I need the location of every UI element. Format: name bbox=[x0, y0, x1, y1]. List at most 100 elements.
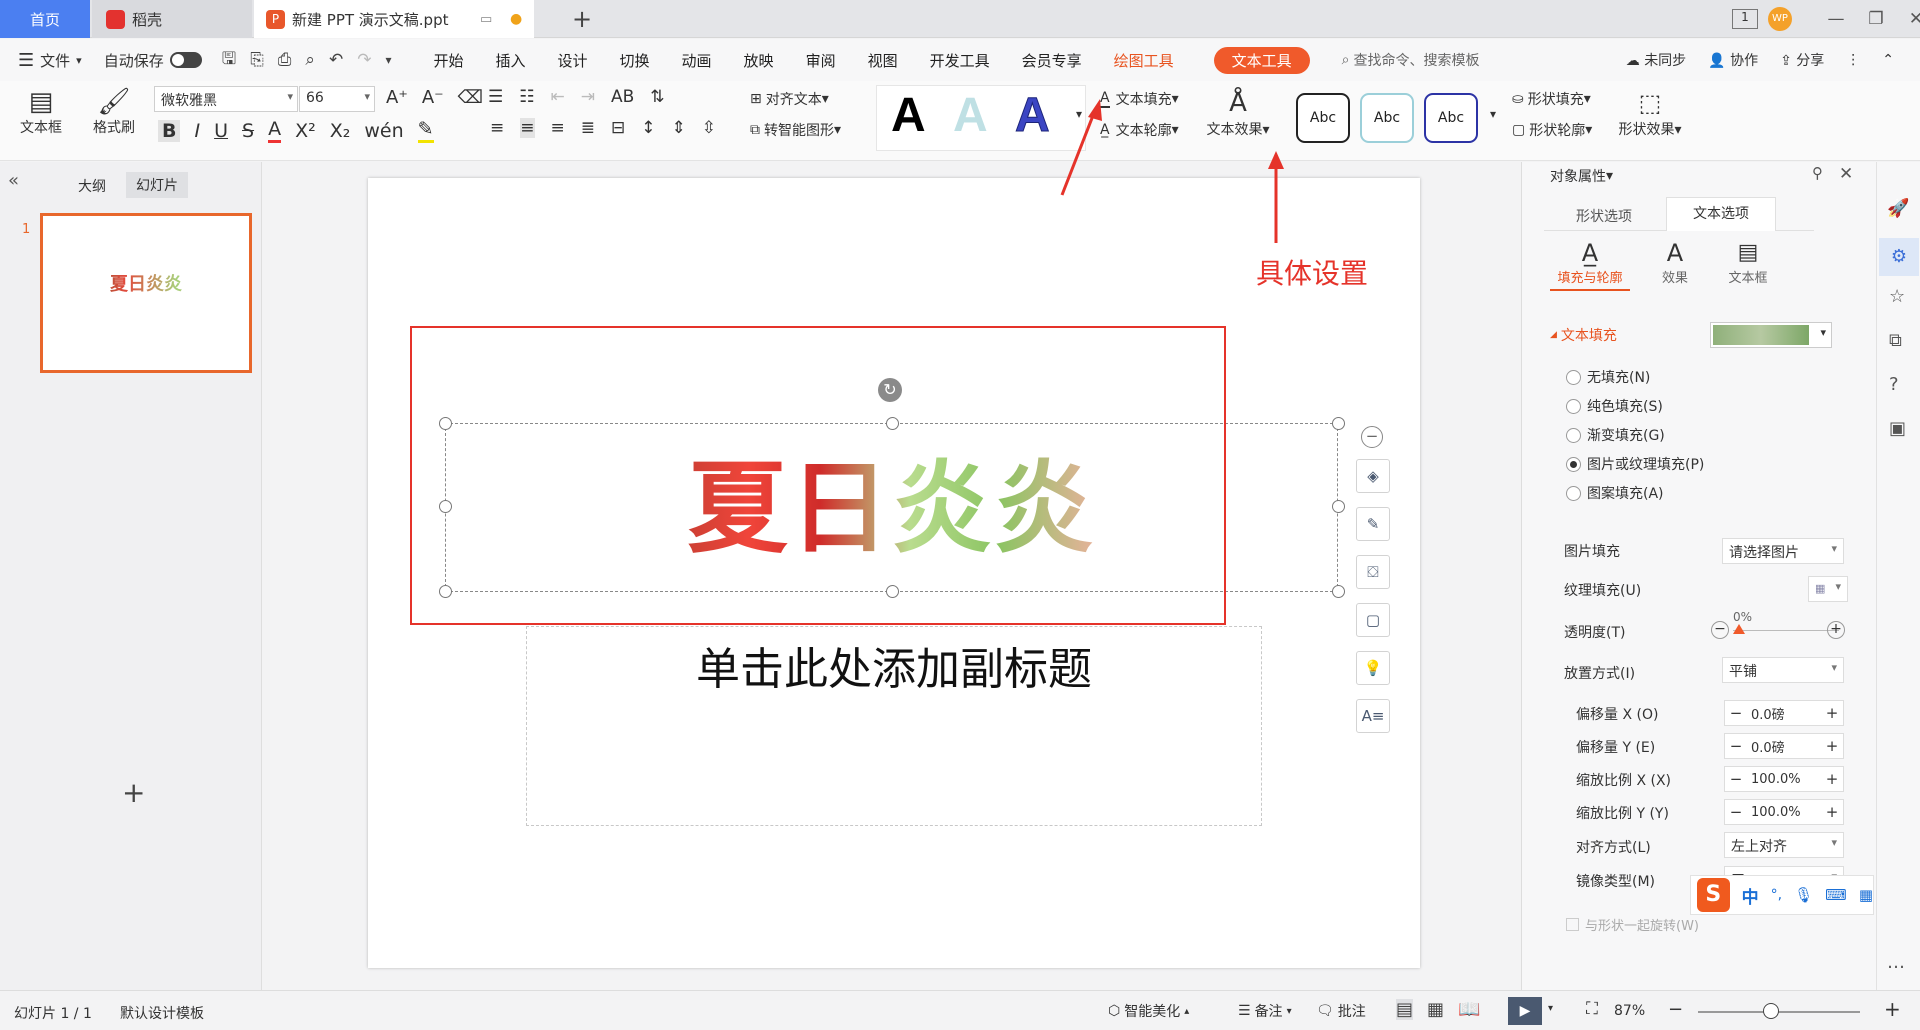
file-menu[interactable]: ☰ 文件 ▾ bbox=[18, 50, 82, 71]
pin-icon[interactable]: ⚲ bbox=[1812, 164, 1823, 182]
decrement-button[interactable]: − bbox=[1725, 704, 1747, 722]
sort-icon[interactable]: ⇅ bbox=[650, 87, 664, 107]
increment-button[interactable]: + bbox=[1821, 704, 1843, 722]
offset-y-stepper[interactable]: −0.0磅 + bbox=[1724, 733, 1844, 759]
decrease-indent-icon[interactable]: ⇤ bbox=[551, 87, 565, 107]
tab-design[interactable]: 设计 bbox=[558, 50, 588, 71]
format-painter-button[interactable]: 🖌 格式刷 bbox=[86, 87, 142, 137]
play-dropdown-icon[interactable]: ▾ bbox=[1548, 1003, 1553, 1014]
increment-button[interactable]: + bbox=[1821, 737, 1843, 755]
font-family-select[interactable]: 微软雅黑 bbox=[154, 86, 298, 112]
shape-gallery-more-icon[interactable]: ▾ bbox=[1490, 107, 1496, 121]
smart-shape-button[interactable]: ⧉ 转智能图形 ▾ bbox=[750, 120, 841, 140]
radio-solid-fill[interactable]: 纯色填充(S) bbox=[1566, 396, 1663, 416]
save-icon[interactable]: 🖫 bbox=[222, 46, 236, 75]
collapse-tools-icon[interactable]: − bbox=[1361, 426, 1383, 448]
help-icon[interactable]: ? bbox=[1889, 374, 1899, 395]
collapse-ribbon-icon[interactable]: ⌃ bbox=[1882, 52, 1894, 68]
star-icon[interactable]: ☆ bbox=[1889, 286, 1905, 307]
border-tool[interactable]: ▢ bbox=[1356, 603, 1390, 637]
more-tools-icon[interactable]: … bbox=[1887, 952, 1905, 973]
shape-effect-button[interactable]: ⬚ 形状效果▾ bbox=[1612, 87, 1688, 139]
textbox-button[interactable]: ▤ 文本框 bbox=[12, 87, 70, 137]
text-fill-swatch[interactable]: ▾ bbox=[1710, 322, 1832, 348]
grow-font-icon[interactable]: A⁺ bbox=[386, 87, 408, 108]
subscript-icon[interactable]: X₂ bbox=[330, 120, 351, 142]
sogou-logo-icon[interactable]: S bbox=[1697, 878, 1730, 912]
radio-gradient-fill[interactable]: 渐变填充(G) bbox=[1566, 425, 1665, 445]
close-panel-icon[interactable]: ✕ bbox=[1839, 164, 1853, 184]
alignment-select[interactable]: 左上对齐 bbox=[1724, 832, 1844, 858]
decrement-button[interactable]: − bbox=[1725, 737, 1747, 755]
close-window-icon[interactable]: ✕ bbox=[1896, 9, 1920, 29]
transparency-minus[interactable]: − bbox=[1711, 621, 1729, 639]
reading-view-icon[interactable]: 📖 bbox=[1458, 999, 1480, 1020]
zoom-out-icon[interactable]: − bbox=[1668, 999, 1683, 1020]
comments-button[interactable]: 🗨 批注 bbox=[1316, 1001, 1366, 1021]
smart-beautify-button[interactable]: ⬡ 智能美化 ▴ bbox=[1108, 1001, 1189, 1021]
collapse-panel-icon[interactable]: « bbox=[8, 170, 19, 191]
transparency-slider[interactable] bbox=[1733, 630, 1839, 631]
properties-icon[interactable]: ⚙ bbox=[1879, 238, 1919, 276]
resize-handle-mr[interactable] bbox=[1332, 500, 1345, 513]
export-icon[interactable]: ⎘ bbox=[250, 50, 264, 70]
transition-icon[interactable]: ⧉ bbox=[1889, 330, 1902, 351]
fill-tool[interactable]: ⛋ bbox=[1356, 555, 1390, 589]
shape-fill-button[interactable]: ⛀ 形状填充 ▾ bbox=[1512, 89, 1591, 109]
number-list-icon[interactable]: ☷ bbox=[519, 87, 534, 107]
monitor-icon[interactable]: ▭ bbox=[480, 12, 492, 27]
clear-format-icon[interactable]: ⌫ bbox=[458, 87, 483, 108]
redo-icon[interactable]: ↷ bbox=[357, 50, 371, 70]
add-slide-button[interactable]: + bbox=[122, 776, 145, 809]
resize-handle-tr[interactable] bbox=[1332, 417, 1345, 430]
zoom-thumb[interactable] bbox=[1763, 1003, 1779, 1019]
shape-style-1[interactable]: Abc bbox=[1296, 93, 1350, 143]
align-right-icon[interactable]: ≡ bbox=[551, 118, 565, 138]
print-icon[interactable]: ⎙ bbox=[278, 50, 292, 70]
italic-icon[interactable]: I bbox=[194, 120, 200, 142]
more-icon[interactable]: ▾ bbox=[385, 53, 391, 67]
notes-button[interactable]: ☰ 备注 ▾ bbox=[1238, 1001, 1292, 1021]
font-color-icon[interactable]: A bbox=[268, 118, 282, 143]
tab-transition[interactable]: 切换 bbox=[620, 50, 650, 71]
ime-lang[interactable]: 中 bbox=[1742, 883, 1759, 908]
radio-pattern-fill[interactable]: 图案填充(A) bbox=[1566, 483, 1664, 503]
scale-x-value[interactable]: 100.0% bbox=[1747, 772, 1821, 787]
text-direction-tool[interactable]: A≡ bbox=[1356, 699, 1390, 733]
offset-x-value[interactable]: 0.0磅 bbox=[1747, 704, 1821, 723]
tab-home[interactable]: 首页 bbox=[0, 0, 90, 38]
distribute-icon[interactable]: ⊟ bbox=[611, 118, 625, 138]
more-options-icon[interactable]: ⋮ bbox=[1846, 52, 1860, 68]
scale-y-value[interactable]: 100.0% bbox=[1747, 805, 1821, 820]
bullet-list-icon[interactable]: ☰ bbox=[488, 87, 503, 107]
offset-y-value[interactable]: 0.0磅 bbox=[1747, 737, 1821, 756]
text-direction-icon[interactable]: AB bbox=[611, 87, 634, 107]
autosave-toggle[interactable]: 自动保存 bbox=[104, 50, 202, 71]
tab-shape-options[interactable]: 形状选项 bbox=[1576, 206, 1632, 226]
texture-fill-select[interactable]: ▦ bbox=[1808, 576, 1848, 602]
image-tool-icon[interactable]: ▣ bbox=[1889, 418, 1906, 439]
justify-icon[interactable]: ≣ bbox=[581, 118, 595, 138]
transparency-thumb[interactable] bbox=[1733, 624, 1745, 634]
count-badge-icon[interactable]: 1 bbox=[1732, 9, 1758, 29]
tab-text-tools[interactable]: 文本工具 bbox=[1213, 46, 1310, 74]
grid-menu-icon[interactable]: ▦ bbox=[1859, 886, 1873, 904]
phonetic-icon[interactable]: wén bbox=[364, 120, 403, 142]
increment-button[interactable]: + bbox=[1821, 803, 1843, 821]
tab-view[interactable]: 视图 bbox=[868, 50, 898, 71]
tab-slideshow[interactable]: 放映 bbox=[744, 50, 774, 71]
shrink-font-icon[interactable]: A⁻ bbox=[422, 87, 444, 108]
radio-picture-fill[interactable]: 图片或纹理填充(P) bbox=[1566, 454, 1704, 474]
increment-button[interactable]: + bbox=[1821, 770, 1843, 788]
decrement-button[interactable]: − bbox=[1725, 803, 1747, 821]
slides-tab[interactable]: 幻灯片 bbox=[126, 172, 188, 198]
align-center-icon[interactable]: ≡ bbox=[520, 118, 535, 138]
tab-daoke[interactable]: 稻壳 bbox=[92, 0, 252, 38]
zoom-level[interactable]: 87% bbox=[1614, 1003, 1645, 1019]
rotate-with-shape-checkbox[interactable]: 与形状一起旋转(W) bbox=[1566, 915, 1699, 934]
collab-button[interactable]: 👤 协作 bbox=[1708, 50, 1758, 70]
subtitle-placeholder[interactable]: 单击此处添加副标题 bbox=[526, 626, 1262, 826]
microphone-icon[interactable]: 🎙 bbox=[1794, 886, 1813, 904]
tab-start[interactable]: 开始 bbox=[433, 50, 463, 71]
subtab-fill-outline[interactable]: A̲ 填充与轮廓 bbox=[1550, 239, 1630, 291]
